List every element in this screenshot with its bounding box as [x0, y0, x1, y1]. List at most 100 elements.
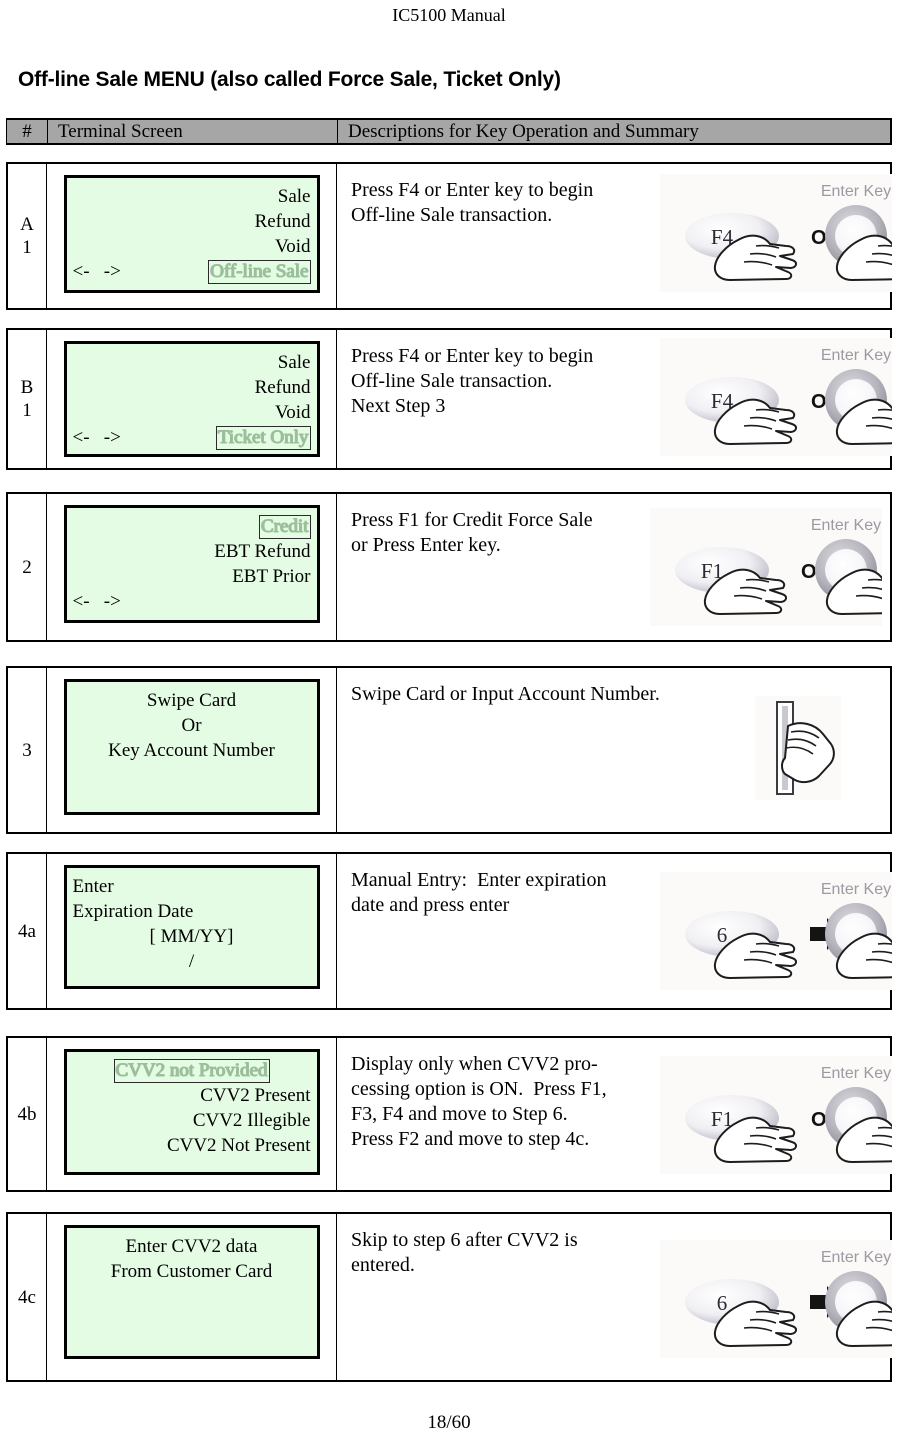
lcd-line: CVV2 Illegible — [192, 1110, 311, 1131]
description-text: Press F4 or Enter key to begin Off-line S… — [351, 178, 671, 228]
lcd-line: Refund — [254, 377, 311, 398]
lcd-line: CVV2 not Provided — [73, 1058, 311, 1083]
lcd-line: Expiration Date — [72, 901, 194, 922]
description-cell: Press F1 for Credit Force Sale or Press E… — [337, 494, 890, 640]
lcd-line: Swipe Card — [146, 690, 237, 711]
lcd-selected-option[interactable]: Off-line Sale — [208, 260, 311, 284]
key-or-enter-illustration: F1OREnter Key — [650, 508, 882, 626]
terminal-screen-cell: Swipe Card Or Key Account Number — [47, 668, 337, 832]
lcd-line: CVV2 Present — [200, 1085, 311, 1106]
lcd-nav-arrows[interactable]: <- -> — [73, 259, 121, 284]
row-id-line: 4c — [18, 1286, 36, 1308]
description-line: Off-line Sale transaction. — [351, 204, 553, 226]
description-line: Manual Entry: Enter expiration — [351, 869, 607, 891]
lcd-nav-row: <- -> Ticket Only — [73, 425, 311, 450]
lcd-line: Refund — [254, 211, 311, 232]
lcd-line: Key Account Number — [108, 740, 275, 761]
terminal-lcd-screen: Credit EBT Refund EBT Prior <- -> — [63, 505, 320, 623]
svg-text:Enter Key: Enter Key — [821, 1065, 891, 1082]
row-id-cell: 4c — [8, 1214, 47, 1380]
lcd-line: Or — [181, 715, 202, 736]
description-line: date and press enter — [351, 894, 510, 916]
description-cell: Press F4 or Enter key to begin Off-line S… — [337, 164, 892, 308]
terminal-lcd-screen: Sale Refund Void <- -> Off-line Sale — [63, 175, 320, 293]
description-line: Display only when CVV2 pro- — [351, 1053, 598, 1075]
row-id-line: A — [20, 214, 34, 235]
row-id-cell: 3 — [8, 668, 47, 832]
description-line: Swipe Card or Input Account Number. — [351, 683, 660, 705]
section-title: Off-line Sale MENU (also called Force Sa… — [18, 68, 561, 91]
description-line: entered. — [351, 1254, 415, 1276]
table-row: B 1 Sale Refund Void <- -> Ticket Only Press F4… — [6, 328, 892, 470]
key-or-enter-illustration: F4OREnter Key — [660, 338, 892, 456]
row-id-line: 3 — [22, 739, 32, 761]
description-text: Swipe Card or Input Account Number. — [351, 682, 671, 707]
table-row: 4c Enter CVV2 data From Customer Card Skip … — [6, 1212, 892, 1382]
lcd-line: EBT Refund — [214, 541, 311, 562]
lcd-selected-option[interactable]: Credit — [259, 515, 311, 539]
description-cell: Manual Entry: Enter expiration date and p… — [337, 854, 892, 1008]
lcd-nav-row: <- -> Off-line Sale — [73, 259, 311, 284]
row-id-line: 1 — [22, 400, 32, 421]
description-line: or Press Enter key. — [351, 534, 501, 556]
lcd-line: Enter — [72, 876, 114, 897]
description-line: Off-line Sale transaction. — [351, 370, 553, 392]
terminal-lcd-screen: Swipe Card Or Key Account Number — [63, 679, 320, 815]
description-line: Press F1 for Credit Force Sale — [351, 509, 593, 531]
description-line: Skip to step 6 after CVV2 is — [351, 1229, 578, 1251]
table-row: 4b CVV2 not Provided CVV2 Present CVV2 Ille… — [6, 1036, 892, 1192]
key-or-enter-illustration: F1OREnter Key — [660, 1056, 892, 1174]
svg-text:Enter Key: Enter Key — [821, 183, 891, 200]
terminal-screen-cell: Enter CVV2 data From Customer Card — [47, 1214, 337, 1380]
row-id-line: 4a — [18, 920, 36, 942]
description-text: Manual Entry: Enter expiration date and p… — [351, 868, 671, 918]
lcd-line: Enter CVV2 data — [125, 1236, 258, 1257]
terminal-screen-cell: CVV2 not Provided CVV2 Present CVV2 Illegi… — [47, 1038, 337, 1190]
row-id-line: B — [20, 377, 34, 398]
table-row: A 1 Sale Refund Void <- -> Off-line Sale Press … — [6, 162, 892, 310]
terminal-screen-cell: Enter Expiration Date [ MM/YY] / — [47, 854, 337, 1008]
lcd-line: Void — [274, 402, 311, 423]
lcd-line: Void — [274, 236, 311, 257]
row-id-cell: 2 — [8, 494, 47, 640]
lcd-line: Sale — [277, 186, 311, 207]
lcd-line: Credit — [73, 514, 311, 539]
description-cell: Swipe Card or Input Account Number. — [337, 668, 890, 832]
page-number: 18/60 — [427, 1412, 471, 1433]
table-row: 3 Swipe Card Or Key Account Number Swipe Car… — [6, 666, 892, 834]
description-line: Press F4 or Enter key to begin — [351, 345, 594, 367]
swipe-card-hand-icon — [755, 696, 841, 800]
svg-text:6: 6 — [717, 1291, 728, 1315]
description-text: Display only when CVV2 pro-cessing optio… — [351, 1052, 671, 1152]
table-header-description: Descriptions for Key Operation and Summa… — [338, 120, 891, 143]
key-then-enter-illustration: 6 Enter Key — [660, 872, 892, 990]
svg-text:Enter Key: Enter Key — [821, 1249, 891, 1266]
row-id-cell: A1 — [8, 164, 47, 308]
row-id-cell: B1 — [8, 330, 47, 468]
document-page: IC5100 Manual Off-line Sale MENU (also c… — [0, 0, 898, 1448]
description-text: Press F4 or Enter key to begin Off-line S… — [351, 344, 671, 419]
description-line: Press F2 and move to step 4c. — [351, 1128, 590, 1150]
running-head: IC5100 Manual — [392, 5, 506, 25]
description-cell: Skip to step 6 after CVV2 is entered. 6 Ent… — [337, 1214, 892, 1380]
lcd-nav-row: <- -> — [73, 589, 311, 614]
terminal-screen-cell: Sale Refund Void <- -> Off-line Sale — [47, 164, 337, 308]
lcd-line: Sale — [277, 352, 311, 373]
terminal-lcd-screen: Enter CVV2 data From Customer Card — [63, 1225, 320, 1359]
lcd-selected-option[interactable]: Ticket Only — [215, 426, 311, 450]
lcd-nav-arrows[interactable]: <- -> — [73, 589, 121, 614]
description-text: Press F1 for Credit Force Sale or Press E… — [351, 508, 671, 558]
description-line: F3, F4 and move to Step 6. — [351, 1103, 568, 1125]
svg-text:Enter Key: Enter Key — [821, 347, 891, 364]
row-id-cell: 4a — [8, 854, 47, 1008]
description-text: Skip to step 6 after CVV2 is entered. — [351, 1228, 671, 1278]
svg-text:Enter Key: Enter Key — [821, 881, 891, 898]
row-id-cell: 4b — [8, 1038, 47, 1190]
description-cell: Display only when CVV2 pro-cessing optio… — [337, 1038, 892, 1190]
terminal-lcd-screen: CVV2 not Provided CVV2 Present CVV2 Illegi… — [63, 1049, 320, 1175]
lcd-selected-option[interactable]: CVV2 not Provided — [113, 1059, 270, 1083]
key-then-enter-illustration: 6 Enter Key — [660, 1240, 892, 1358]
lcd-nav-arrows[interactable]: <- -> — [73, 425, 121, 450]
table-row: 2 Credit EBT Refund EBT Prior <- -> Press F1 … — [6, 492, 892, 642]
table-row: 4a Enter Expiration Date [ MM/YY] / Manual En… — [6, 852, 892, 1010]
